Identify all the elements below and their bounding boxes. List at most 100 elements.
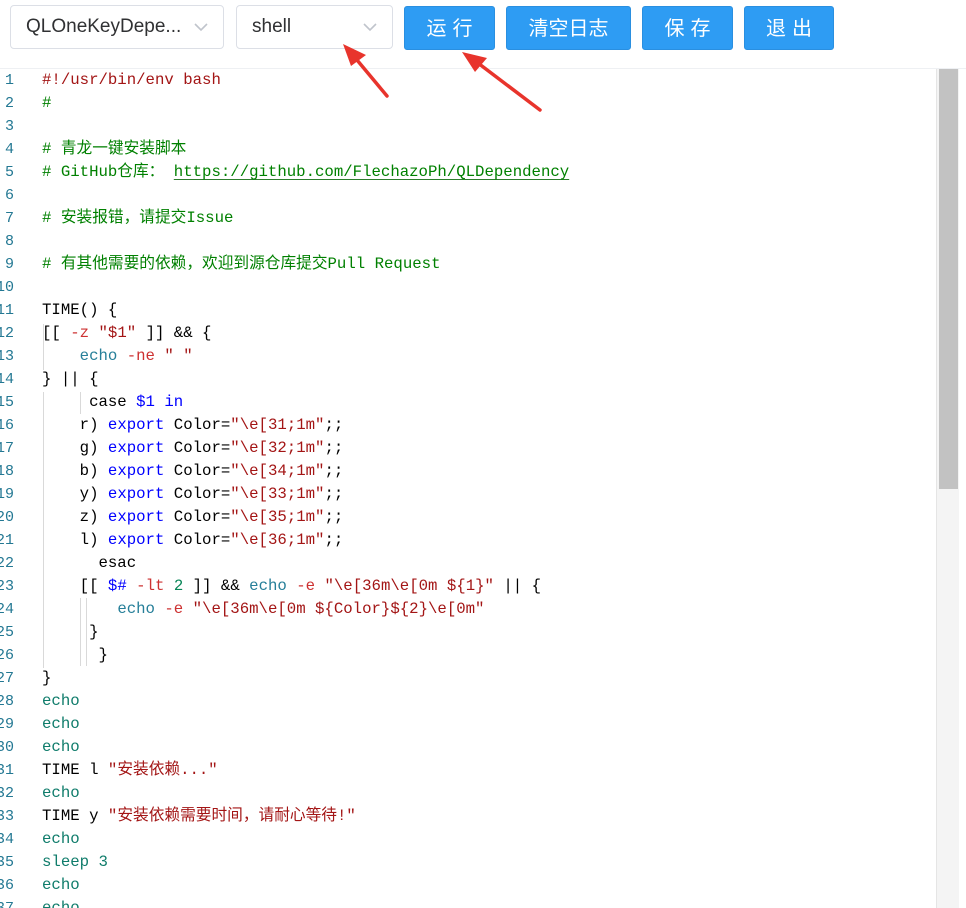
code-token: "\e[31;1m"	[230, 416, 325, 434]
code-token: echo	[249, 577, 287, 595]
line-number: 18	[0, 463, 14, 480]
scrollbar-thumb[interactable]	[939, 69, 958, 489]
line-number: 32	[0, 785, 14, 802]
code-token: -e	[296, 577, 316, 595]
code-token: export	[107, 416, 165, 434]
line-number: 8	[4, 233, 14, 250]
code-token: export	[107, 485, 165, 503]
code-token: Color=	[164, 439, 231, 457]
code-token: z)	[42, 508, 108, 526]
code-line: }	[42, 644, 107, 667]
line-number: 37	[0, 897, 14, 908]
line-number: 35	[0, 854, 14, 871]
code-token: Color=	[164, 462, 231, 480]
line-number: 30	[0, 739, 14, 756]
code-line: echo -ne " "	[42, 345, 193, 368]
line-number: 29	[0, 716, 14, 733]
code-line: echo	[42, 874, 80, 897]
code-token: "$1"	[98, 324, 137, 342]
line-number: 13	[0, 348, 14, 365]
line-number: 23	[0, 578, 14, 595]
code-line: r) export Color="\e[31;1m";;	[42, 414, 344, 437]
clear-log-button[interactable]: 清空日志	[506, 6, 631, 50]
code-token: $1	[136, 393, 155, 411]
code-line: esac	[42, 552, 136, 575]
line-number: 14	[0, 371, 14, 388]
code-token: sleep 3	[42, 853, 108, 871]
code-token: TIME() {	[42, 301, 118, 319]
code-token: # 青龙一键安装脚本	[42, 140, 187, 158]
toolbar: QLOneKeyDepe... shell 运行 清空日志 保存 退出	[0, 0, 966, 68]
code-token: } || {	[42, 370, 99, 388]
code-token: "\e[36m\e[0m ${1}"	[324, 577, 494, 595]
code-token: echo	[42, 784, 80, 802]
code-token: export	[107, 439, 165, 457]
code-token: in	[164, 393, 184, 411]
code-token: b)	[42, 462, 108, 480]
code-token: y)	[42, 485, 108, 503]
code-token: r)	[42, 416, 108, 434]
code-line: # GitHub仓库： https://github.com/FlechazoP…	[42, 161, 569, 184]
code-token: "\e[36;1m"	[230, 531, 325, 549]
code-token: ;;	[324, 416, 344, 434]
script-select-value: QLOneKeyDepe...	[26, 16, 182, 37]
code-line: b) export Color="\e[34;1m";;	[42, 460, 344, 483]
code-token: export	[107, 462, 165, 480]
code-token: }	[42, 623, 99, 641]
code-token: "\e[33;1m"	[230, 485, 325, 503]
code-token: echo	[42, 876, 80, 894]
code-token: Color=	[164, 416, 231, 434]
line-number: 1	[4, 72, 14, 89]
run-button[interactable]: 运行	[404, 6, 495, 50]
code-token: echo	[42, 692, 80, 710]
code-token: }	[42, 669, 52, 687]
code-token: [[	[42, 577, 108, 595]
code-token: echo	[42, 830, 80, 848]
code-token: echo	[42, 738, 80, 756]
code-line: z) export Color="\e[35;1m";;	[42, 506, 344, 529]
code-token: ;;	[324, 439, 344, 457]
line-number: 21	[0, 532, 14, 549]
vertical-scrollbar[interactable]	[936, 69, 959, 908]
chevron-down-icon	[194, 23, 208, 32]
save-button[interactable]: 保存	[642, 6, 733, 50]
line-number: 12	[0, 325, 14, 342]
code-line: case $1 in	[42, 391, 183, 414]
line-number: 36	[0, 877, 14, 894]
code-token: echo	[79, 347, 118, 365]
line-number: 33	[0, 808, 14, 825]
code-line: echo	[42, 828, 80, 851]
script-select[interactable]: QLOneKeyDepe...	[10, 5, 224, 49]
exit-button[interactable]: 退出	[744, 6, 834, 50]
code-token: -e	[164, 600, 184, 618]
line-number: 15	[0, 394, 14, 411]
code-token: export	[107, 531, 165, 549]
code-line: l) export Color="\e[36;1m";;	[42, 529, 344, 552]
chevron-down-icon	[363, 23, 377, 32]
code-line: TIME() {	[42, 299, 117, 322]
line-number: 2	[4, 95, 14, 112]
code-editor[interactable]: 1234567891011121314151617181920212223242…	[0, 68, 966, 908]
code-token: # 有其他需要的依赖，欢迎到源仓库提交Pull Request	[42, 255, 441, 273]
line-number: 27	[0, 670, 14, 687]
code-line: # 安装报错，请提交Issue	[42, 207, 233, 230]
code-token: echo	[42, 715, 80, 733]
code-link[interactable]: https://github.com/FlechazoPh/QLDependen…	[174, 163, 569, 181]
code-token: # GitHub仓库：	[42, 163, 174, 181]
code-token: echo	[117, 600, 155, 618]
language-select[interactable]: shell	[236, 5, 393, 49]
code-token: " "	[164, 347, 193, 365]
code-line: }	[42, 667, 51, 690]
code-line: } || {	[42, 368, 98, 391]
code-token: || {	[493, 577, 542, 595]
code-line: echo -e "\e[36m\e[0m ${Color}${2}\e[0m"	[42, 598, 484, 621]
code-line: echo	[42, 736, 80, 759]
code-token: TIME y	[42, 807, 108, 825]
line-number: 16	[0, 417, 14, 434]
code-token: # 安装报错，请提交Issue	[42, 209, 234, 227]
code-token: ;;	[324, 531, 344, 549]
code-token: -lt	[136, 577, 165, 595]
